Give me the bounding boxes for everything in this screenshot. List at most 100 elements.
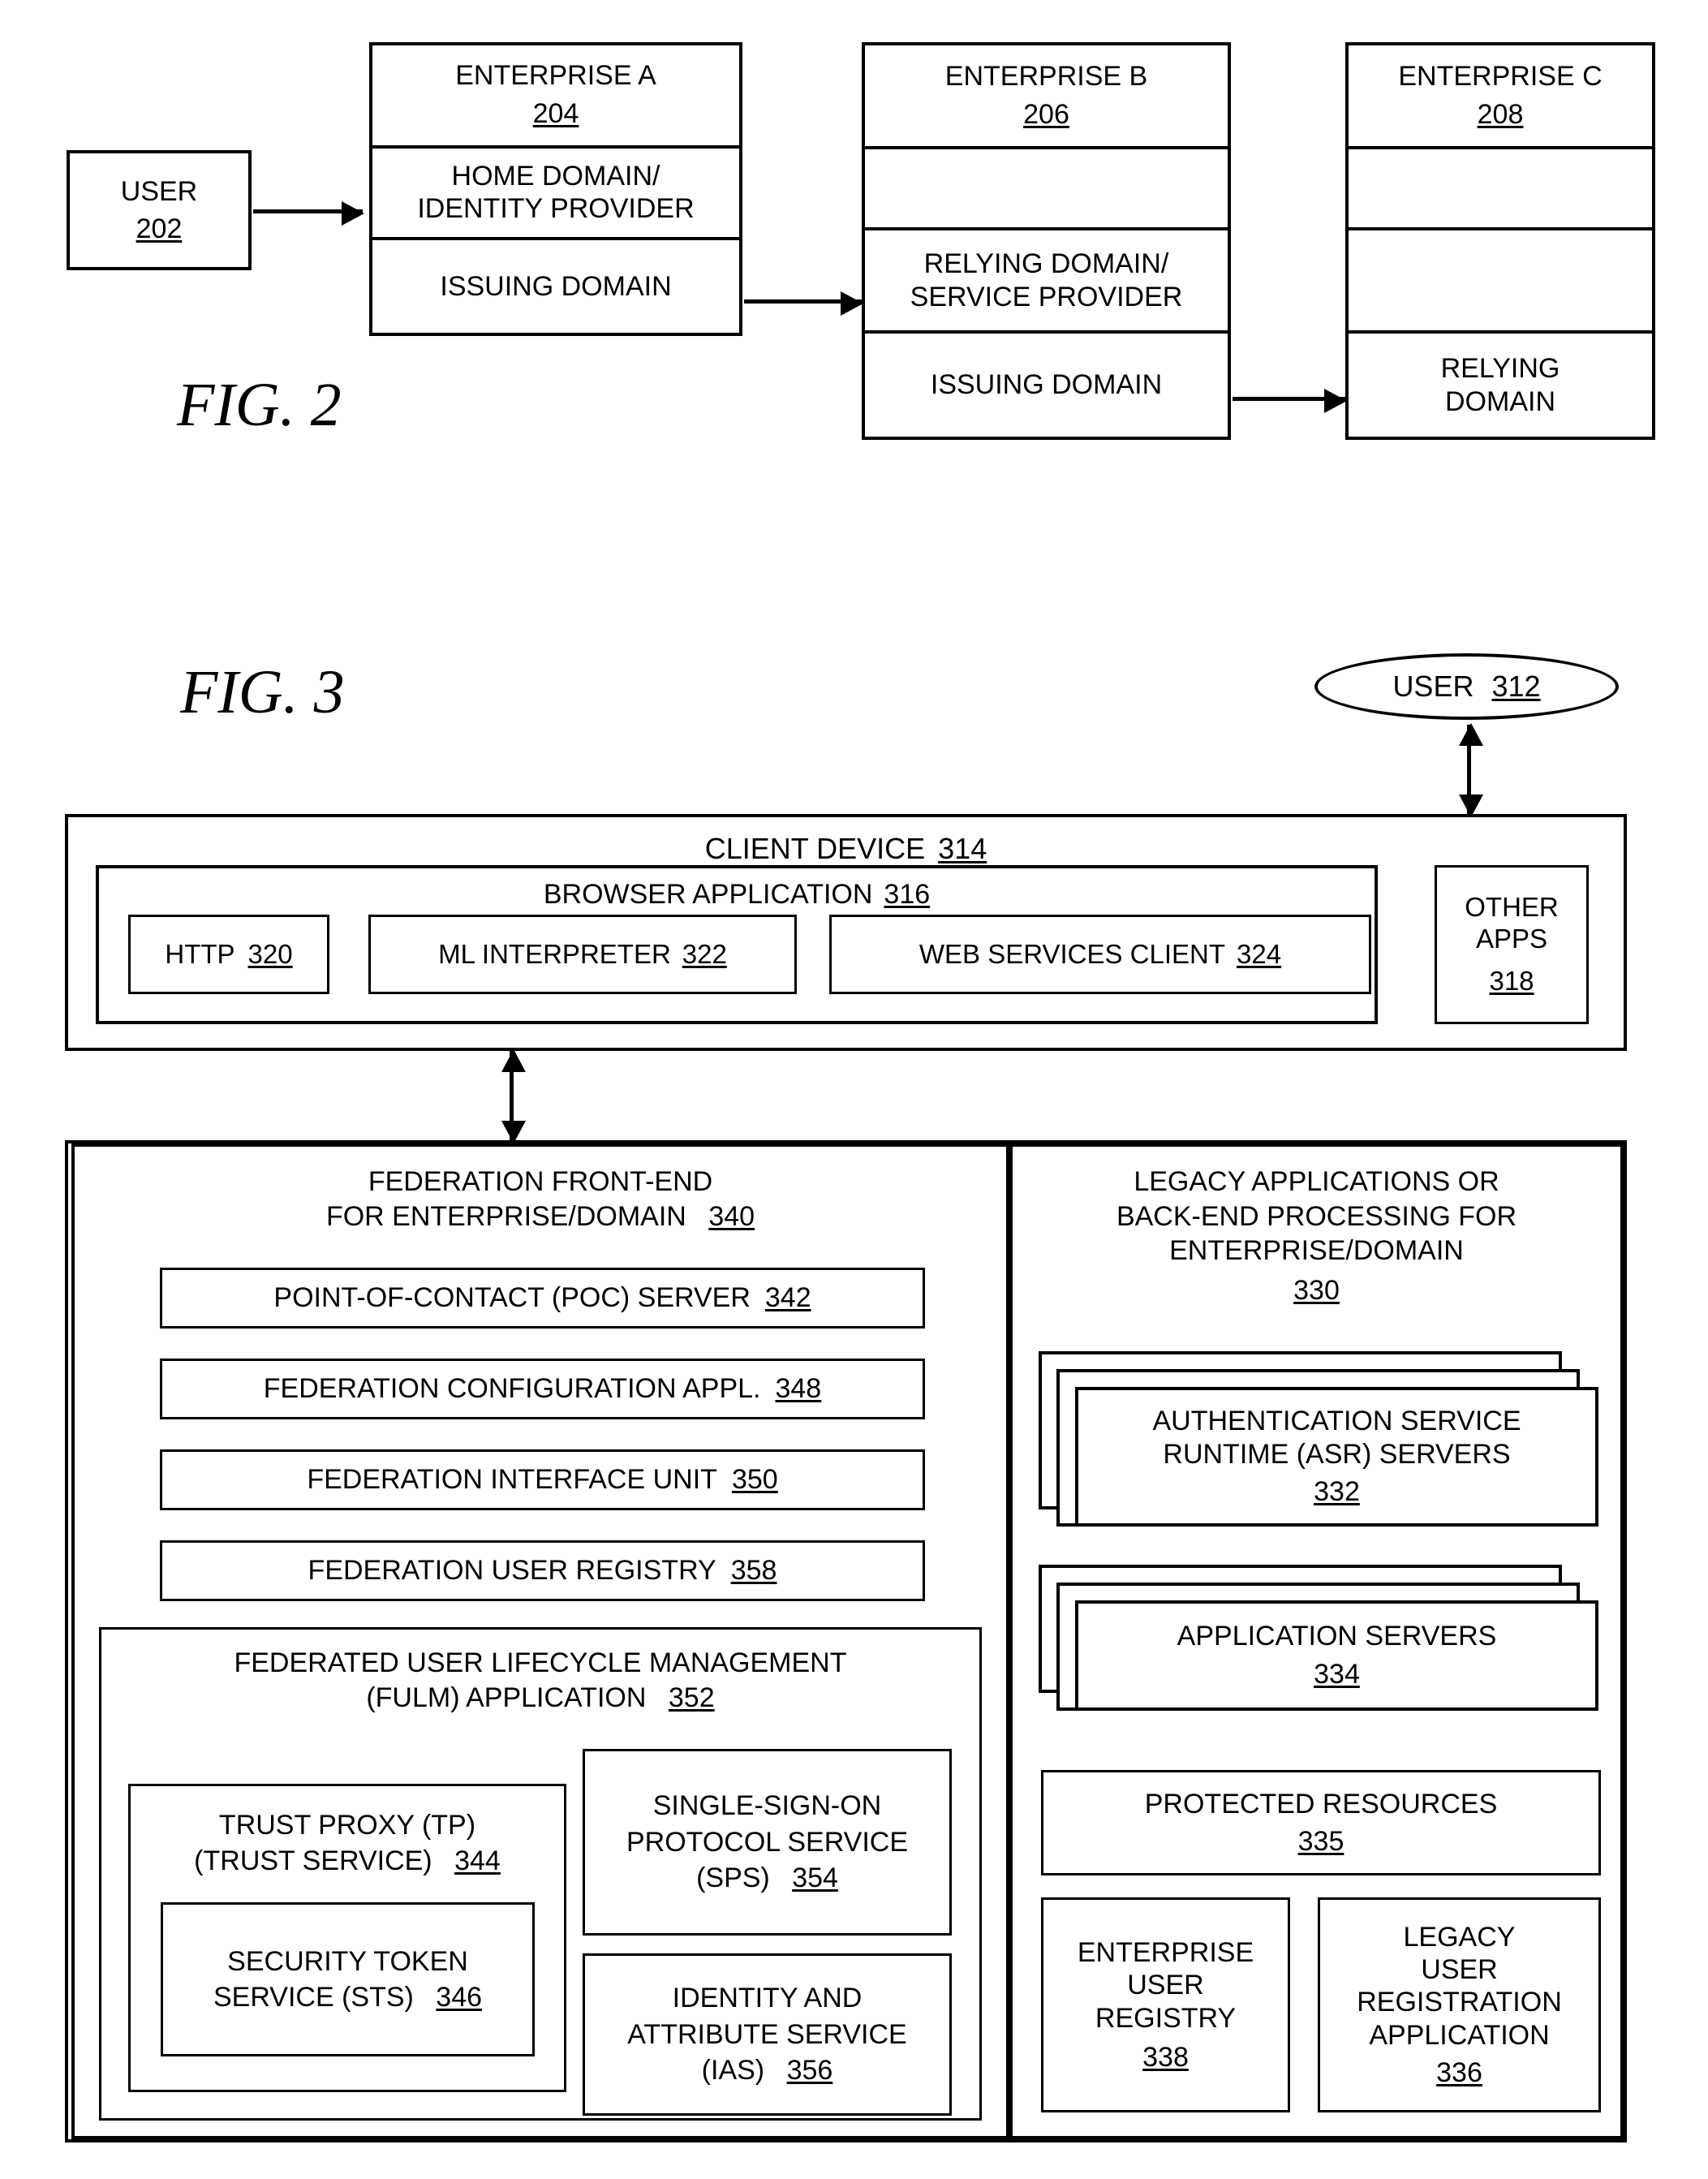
- fig2-enterprise-a-column: ENTERPRISE A 204 HOME DOMAIN/ IDENTITY P…: [369, 42, 742, 336]
- fig3-federation-interface-unit-title: FEDERATION INTERFACE UNIT: [307, 1464, 717, 1496]
- fig3-browser-title: BROWSER APPLICATION: [543, 879, 873, 910]
- fig3-federation-front-end-number: 340: [708, 1200, 755, 1232]
- fig2-enterprise-c-column: ENTERPRISE C 208 RELYING DOMAIN: [1345, 42, 1655, 440]
- fig2-enterprise-b-row-relying-domain: RELYING DOMAIN/ SERVICE PROVIDER: [865, 230, 1228, 334]
- fig3-ml-interpreter-box: ML INTERPRETER 322: [368, 915, 797, 994]
- fig2-enterprise-c-row-relying-domain-label: RELYING DOMAIN: [1440, 352, 1560, 417]
- fig2-user-box: USER 202: [67, 150, 252, 270]
- fig3-enterprise-user-registry-number: 338: [1142, 2041, 1189, 2073]
- fig3-federation-user-registry-number: 358: [730, 1555, 777, 1587]
- fig3-protected-resources-box: PROTECTED RESOURCES 335: [1041, 1770, 1601, 1875]
- fig3-application-servers-stack: APPLICATION SERVERS 334: [1039, 1565, 1598, 1711]
- fig2-enterprise-b-number: 206: [1023, 99, 1069, 130]
- fig3-federation-user-registry-box: FEDERATION USER REGISTRY 358: [160, 1540, 925, 1601]
- fig3-application-servers-number: 334: [1314, 1659, 1360, 1690]
- fig3-federation-configuration-title: FEDERATION CONFIGURATION APPL.: [263, 1373, 761, 1405]
- fig2-arrow-enterprise-a-to-b: [744, 291, 863, 316]
- fig3-user-number: 312: [1491, 670, 1541, 703]
- fig3-user-oval: USER 312: [1314, 653, 1619, 720]
- fig2-enterprise-b-column: ENTERPRISE B 206 RELYING DOMAIN/ SERVICE…: [862, 42, 1231, 440]
- fig2-enterprise-a-row-home-domain-label: HOME DOMAIN/ IDENTITY PROVIDER: [417, 160, 695, 225]
- fig2-enterprise-c-number: 208: [1477, 99, 1524, 130]
- fig3-ias-title: IDENTITY AND ATTRIBUTE SERVICE (IAS): [627, 1982, 907, 2086]
- fig3-sts-title: SECURITY TOKEN SERVICE (STS): [213, 1945, 468, 2013]
- fig2-enterprise-a-name: ENTERPRISE A: [455, 60, 656, 92]
- fig2-enterprise-b-row-issuing-domain: ISSUING DOMAIN: [865, 334, 1228, 437]
- fig3-federation-configuration-box: FEDERATION CONFIGURATION APPL. 348: [160, 1359, 925, 1419]
- fig3-legacy-user-registration-box: LEGACY USER REGISTRATION APPLICATION 336: [1318, 1897, 1601, 2112]
- fig2-enterprise-c-name: ENTERPRISE C: [1398, 61, 1603, 93]
- fig3-legacy-user-registration-number: 336: [1436, 2056, 1482, 2088]
- fig3-http-title: HTTP: [165, 938, 235, 969]
- fig3-browser-number: 316: [884, 879, 931, 910]
- fig2-enterprise-c-header: ENTERPRISE C 208: [1349, 45, 1652, 149]
- fig3-asr-servers-number: 332: [1314, 1476, 1360, 1508]
- fig3-client-device-title: CLIENT DEVICE: [704, 832, 926, 865]
- fig3-enterprise-user-registry-box: ENTERPRISE USER REGISTRY 338: [1041, 1897, 1290, 2112]
- fig2-arrow-user-to-enterprise-a: [253, 201, 364, 226]
- fig2-label: FIG. 2: [177, 371, 342, 439]
- fig3-http-number: 320: [247, 938, 293, 969]
- fig3-fulm-title: FEDERATED USER LIFECYCLE MANAGEMENT (FUL…: [234, 1647, 847, 1713]
- fig3-federation-front-end-title: FEDERATION FRONT-END FOR ENTERPRISE/DOMA…: [325, 1166, 713, 1232]
- fig2-user-title: USER: [120, 175, 198, 207]
- fig3-protected-resources-number: 335: [1297, 1826, 1344, 1857]
- fig2-user-number: 202: [136, 213, 183, 244]
- fig3-identity-attribute-service-box: IDENTITY AND ATTRIBUTE SERVICE (IAS) 356: [583, 1953, 952, 2116]
- fig3-enterprise-user-registry-title: ENTERPRISE USER REGISTRY: [1077, 1937, 1254, 2034]
- fig3-http-box: HTTP 320: [128, 915, 329, 994]
- fig3-other-apps-number: 318: [1489, 966, 1534, 997]
- fig3-web-services-client-title: WEB SERVICES CLIENT: [919, 938, 1226, 969]
- fig3-trust-proxy-title: TRUST PROXY (TP) (TRUST SERVICE): [194, 1810, 476, 1877]
- fig3-federation-user-registry-title: FEDERATION USER REGISTRY: [308, 1555, 716, 1587]
- fig3-web-services-client-number: 324: [1237, 938, 1282, 969]
- fig2-enterprise-a-number: 204: [532, 98, 579, 130]
- fig3-asr-servers-box: AUTHENTICATION SERVICE RUNTIME (ASR) SER…: [1075, 1387, 1598, 1527]
- fig2-enterprise-a-row-issuing-domain: ISSUING DOMAIN: [372, 240, 739, 333]
- fig3-application-servers-box: APPLICATION SERVERS 334: [1075, 1600, 1598, 1711]
- fig3-asr-servers-stack: AUTHENTICATION SERVICE RUNTIME (ASR) SER…: [1039, 1351, 1598, 1527]
- fig3-legacy-user-registration-title: LEGACY USER REGISTRATION APPLICATION: [1357, 1922, 1562, 2051]
- fig3-fulm-number: 352: [668, 1682, 715, 1713]
- fig2-enterprise-a-row-home-domain: HOME DOMAIN/ IDENTITY PROVIDER: [372, 149, 739, 241]
- fig3-web-services-client-box: WEB SERVICES CLIENT 324: [829, 915, 1371, 994]
- fig3-other-apps-box: OTHER APPS 318: [1435, 865, 1589, 1024]
- fig3-ml-interpreter-number: 322: [682, 938, 727, 969]
- fig3-federation-interface-unit-box: FEDERATION INTERFACE UNIT 350: [160, 1449, 925, 1510]
- fig2-arrow-enterprise-b-to-c: [1233, 389, 1347, 413]
- fig3-sps-title: SINGLE-SIGN-ON PROTOCOL SERVICE (SPS): [626, 1789, 909, 1894]
- fig3-other-apps-title: OTHER APPS: [1465, 891, 1559, 954]
- fig3-poc-server-title: POINT-OF-CONTACT (POC) SERVER: [273, 1282, 751, 1314]
- fig2-enterprise-b-row-issuing-domain-label: ISSUING DOMAIN: [930, 369, 1163, 401]
- fig2-enterprise-a-row-issuing-domain-label: ISSUING DOMAIN: [440, 270, 672, 302]
- fig2-enterprise-c-row-relying-domain: RELYING DOMAIN: [1349, 334, 1652, 437]
- fig3-protected-resources-title: PROTECTED RESOURCES: [1144, 1788, 1498, 1819]
- fig3-legacy-title: LEGACY APPLICATIONS OR BACK-END PROCESSI…: [1116, 1166, 1517, 1266]
- fig2-enterprise-a-header: ENTERPRISE A 204: [372, 45, 739, 149]
- fig2-enterprise-b-row-empty: [865, 149, 1228, 230]
- fig3-poc-server-number: 342: [764, 1282, 811, 1314]
- fig3-legacy-number: 330: [1293, 1274, 1340, 1306]
- fig3-asr-servers-title: AUTHENTICATION SERVICE RUNTIME (ASR) SER…: [1152, 1405, 1521, 1470]
- fig3-arrow-client-device-federation: [501, 1049, 526, 1143]
- fig3-label: FIG. 3: [180, 658, 345, 726]
- fig3-federation-configuration-number: 348: [775, 1373, 822, 1405]
- fig3-arrow-user-client-device: [1459, 723, 1483, 817]
- fig3-sps-number: 354: [792, 1862, 838, 1894]
- fig3-trust-proxy-number: 344: [454, 1845, 501, 1877]
- fig3-ias-number: 356: [786, 2055, 833, 2086]
- fig3-poc-server-box: POINT-OF-CONTACT (POC) SERVER 342: [160, 1268, 925, 1329]
- fig2-enterprise-c-row-empty-2: [1349, 230, 1652, 334]
- fig2-enterprise-c-row-empty-1: [1349, 149, 1652, 230]
- fig3-sts-number: 346: [436, 1982, 483, 2013]
- fig2-enterprise-b-header: ENTERPRISE B 206: [865, 45, 1228, 149]
- fig3-ml-interpreter-title: ML INTERPRETER: [438, 938, 671, 969]
- fig3-user-title: USER: [1392, 670, 1474, 703]
- fig3-sso-protocol-service-box: SINGLE-SIGN-ON PROTOCOL SERVICE (SPS) 35…: [583, 1749, 952, 1936]
- patent-figure-sheet: USER 202 ENTERPRISE A 204 HOME DOMAIN/ I…: [0, 0, 1708, 2179]
- fig3-client-device-number: 314: [938, 832, 987, 865]
- fig2-enterprise-b-row-relying-domain-label: RELYING DOMAIN/ SERVICE PROVIDER: [910, 248, 1183, 312]
- fig3-federation-interface-unit-number: 350: [731, 1464, 778, 1496]
- fig2-enterprise-b-name: ENTERPRISE B: [944, 61, 1148, 93]
- fig3-application-servers-title: APPLICATION SERVERS: [1177, 1621, 1497, 1652]
